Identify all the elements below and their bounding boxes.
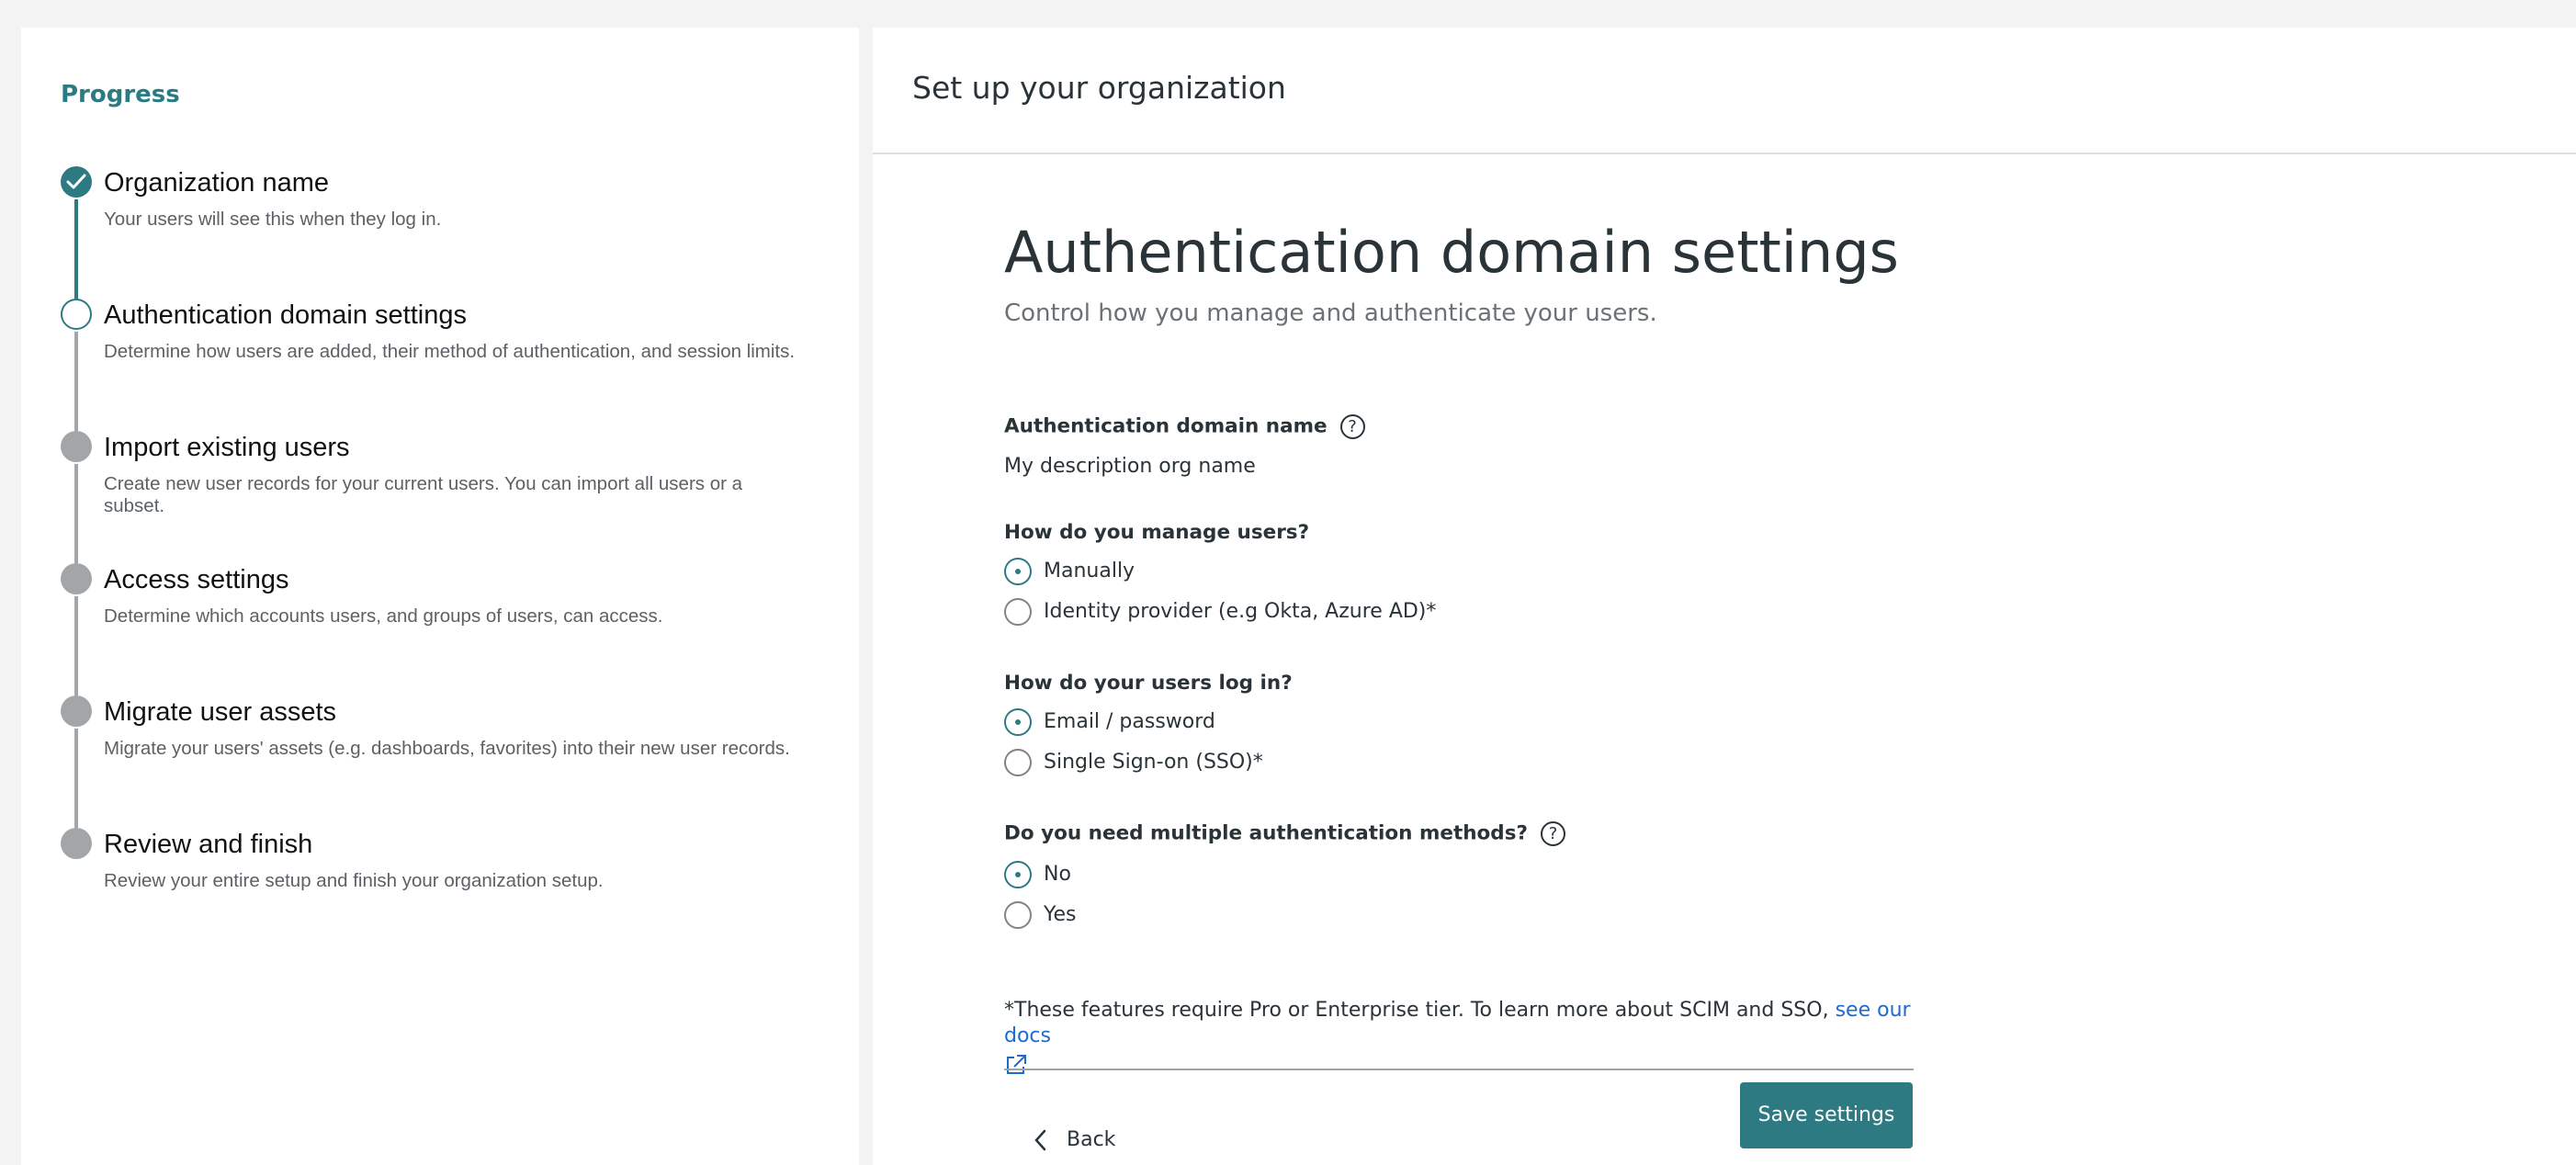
step-title: Review and finish [104, 830, 313, 859]
page-header: Set up your organization [873, 28, 2576, 154]
step-migrate-user-assets[interactable]: Migrate user assets Migrate your users' … [61, 696, 814, 828]
main-panel: Set up your organization Authentication … [873, 28, 2576, 1165]
step-pending-marker [61, 696, 92, 727]
step-title: Organization name [104, 168, 330, 198]
step-pending-marker [61, 828, 92, 859]
step-title: Migrate user assets [104, 697, 337, 727]
progress-title: Progress [61, 81, 180, 108]
step-current-marker [61, 299, 92, 330]
step-review-and-finish[interactable]: Review and finish Review your entire set… [61, 828, 814, 960]
step-description: Your users will see this when they log i… [104, 209, 442, 230]
help-icon[interactable]: ? [1339, 414, 1365, 439]
step-connector [74, 332, 78, 431]
login-method-label: How do your users log in? [1004, 672, 1293, 695]
step-title: Access settings [104, 565, 289, 594]
progress-sidebar: Progress Organization name Your users wi… [21, 28, 859, 1165]
step-description: Migrate your users' assets (e.g. dashboa… [104, 738, 790, 759]
step-connector [74, 199, 78, 299]
step-description: Determine which accounts users, and grou… [104, 605, 663, 627]
step-access-settings[interactable]: Access settings Determine which accounts… [61, 563, 814, 696]
radio-button-selected[interactable] [1004, 861, 1032, 888]
step-connector [74, 596, 78, 696]
tier-footnote: *These features require Pro or Enterpris… [1004, 998, 1923, 1077]
radio-button[interactable] [1004, 901, 1032, 929]
radio-button[interactable] [1004, 749, 1032, 776]
manage-users-label: How do you manage users? [1004, 521, 1310, 544]
step-description: Determine how users are added, their met… [104, 341, 796, 362]
step-description: Review your entire setup and finish your… [104, 870, 604, 891]
radio-button-selected[interactable] [1004, 558, 1032, 585]
form-heading: Authentication domain settings [1004, 219, 1899, 286]
form-subheading: Control how you manage and authenticate … [1004, 300, 1657, 327]
step-complete-marker [61, 166, 92, 198]
help-icon[interactable]: ? [1540, 821, 1565, 846]
form-divider [1004, 1069, 1914, 1070]
step-title: Import existing users [104, 433, 350, 462]
radio-button[interactable] [1004, 598, 1032, 626]
step-pending-marker [61, 563, 92, 594]
domain-name-value: My description org name [1004, 455, 1256, 478]
radio-button-selected[interactable] [1004, 708, 1032, 736]
check-icon [66, 174, 86, 189]
save-settings-button[interactable]: Save settings [1740, 1082, 1913, 1148]
step-pending-marker [61, 431, 92, 462]
step-authentication-domain-settings[interactable]: Authentication domain settings Determine… [61, 299, 814, 431]
page-title: Set up your organization [912, 70, 1286, 106]
multi-auth-label: Do you need multiple authentication meth… [1004, 821, 1565, 846]
step-import-existing-users[interactable]: Import existing users Create new user re… [61, 431, 814, 563]
step-connector [74, 729, 78, 828]
step-organization-name[interactable]: Organization name Your users will see th… [61, 166, 814, 299]
step-description: Create new user records for your current… [104, 473, 743, 516]
chevron-left-icon [1034, 1129, 1046, 1151]
step-title: Authentication domain settings [104, 300, 467, 330]
step-connector [74, 464, 78, 563]
external-link-icon[interactable] [1004, 1053, 1028, 1077]
domain-name-label: Authentication domain name? [1004, 414, 1365, 439]
